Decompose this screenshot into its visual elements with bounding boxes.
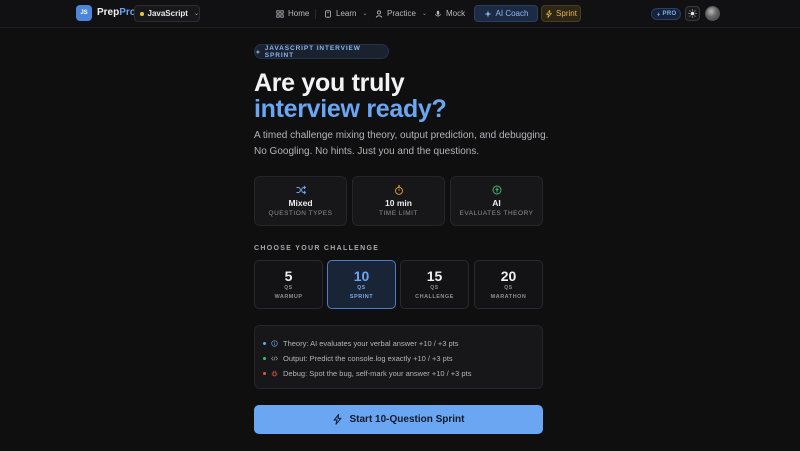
user-avatar[interactable] (705, 6, 720, 21)
challenge-count: 20 (500, 268, 517, 284)
ai-coach-label: AI Coach (495, 9, 529, 18)
info-row-output: Output: Predict the console.log exactly … (263, 353, 453, 363)
grid-icon (276, 9, 284, 18)
ai-icon (492, 185, 501, 195)
top-navigation-bar: JS PrepPro JavaScript ⌄ Home Learn ⌄ Pra… (0, 0, 800, 28)
info-text: Debug: Spot the bug, self-mark your answ… (283, 368, 472, 378)
lightning-icon (545, 9, 553, 18)
challenge-unit: QS (357, 285, 366, 291)
sprint-button[interactable]: Sprint (541, 5, 581, 22)
nav-mock-label: Mock (446, 9, 466, 18)
bullet-dot-icon (263, 356, 266, 360)
challenge-count: 10 (353, 268, 370, 284)
feature-card-time-limit: 10 min TIME LIMIT (352, 176, 445, 226)
ai-coach-button[interactable]: AI Coach (474, 5, 538, 22)
hero-title-line-2: interview ready? (254, 95, 447, 123)
chevron-down-icon: ⌄ (421, 11, 427, 17)
language-selector[interactable]: JavaScript ⌄ (134, 5, 200, 22)
nav-divider (315, 9, 316, 19)
challenge-unit: QS (430, 285, 439, 291)
feature-card-mixed: Mixed QUESTION TYPES (254, 176, 347, 226)
person-icon (375, 9, 383, 18)
feature-card-ai: AI EVALUATES THEORY (450, 176, 543, 226)
sparkle-icon (483, 9, 492, 18)
challenge-label: WARMUP (274, 294, 303, 300)
feature-subtitle: EVALUATES THEORY (459, 210, 534, 217)
eyebrow-badge: JAVASCRIPT INTERVIEW SPRINT (254, 44, 389, 59)
nav-practice[interactable]: Practice ⌄ (375, 6, 427, 21)
bullet-dot-icon (263, 371, 266, 375)
challenge-count: 5 (284, 268, 293, 284)
lightning-icon (656, 11, 660, 17)
info-row-debug: Debug: Spot the bug, self-mark your answ… (263, 368, 471, 378)
challenge-label: CHALLENGE (415, 294, 454, 300)
chevron-down-icon: ⌄ (193, 11, 199, 17)
challenge-unit: QS (504, 285, 513, 291)
challenge-section-label: CHOOSE YOUR CHALLENGE (254, 245, 380, 252)
nav-learn-label: Learn (336, 9, 357, 18)
nav-practice-label: Practice (387, 9, 416, 18)
language-dot-icon (140, 11, 144, 16)
code-icon (271, 355, 278, 361)
sprint-label: Sprint (556, 9, 577, 18)
challenge-option-marathon[interactable]: 20 QS MARATHON (474, 260, 543, 309)
feature-title: Mixed (288, 198, 313, 208)
scoring-info-box: Theory: AI evaluates your verbal answer … (254, 325, 543, 389)
brand-name[interactable]: PrepPro (97, 7, 136, 18)
challenge-label: MARATHON (490, 294, 527, 300)
hero-subtitle: A timed challenge mixing theory, output … (254, 130, 549, 157)
feature-title: AI (492, 198, 501, 208)
challenge-option-challenge[interactable]: 15 QS CHALLENGE (400, 260, 469, 309)
sparkle-icon (255, 48, 261, 55)
logo-badge[interactable]: JS (76, 5, 92, 21)
info-icon (271, 339, 278, 347)
theme-toggle-button[interactable] (685, 6, 700, 21)
bullet-dot-icon (263, 341, 266, 345)
challenge-count: 15 (426, 268, 443, 284)
challenge-label: SPRINT (349, 294, 374, 300)
challenge-unit: QS (284, 285, 293, 291)
stopwatch-icon (394, 185, 403, 195)
logo-badge-text: JS (80, 10, 88, 16)
eyebrow-text: JAVASCRIPT INTERVIEW SPRINT (264, 44, 361, 59)
challenge-option-sprint[interactable]: 10 QS SPRINT (327, 260, 396, 309)
nav-home-label: Home (288, 9, 310, 18)
info-text: Output: Predict the console.log exactly … (283, 353, 453, 363)
language-label: JavaScript (147, 9, 188, 18)
info-text: Theory: AI evaluates your verbal answer … (283, 338, 459, 348)
mic-icon (435, 10, 441, 17)
feature-title: 10 min (385, 198, 412, 208)
feature-subtitle: TIME LIMIT (379, 210, 418, 217)
info-row-theory: Theory: AI evaluates your verbal answer … (263, 338, 459, 348)
sun-icon (688, 9, 697, 18)
challenge-option-warmup[interactable]: 5 QS WARMUP (254, 260, 323, 309)
chevron-down-icon: ⌄ (362, 11, 368, 17)
nav-learn[interactable]: Learn ⌄ (324, 6, 368, 21)
start-sprint-button[interactable]: Start 10-Question Sprint (254, 405, 543, 434)
pro-badge[interactable]: PRO (651, 8, 681, 20)
nav-home[interactable]: Home (276, 6, 309, 21)
bug-icon (271, 370, 278, 376)
start-button-label: Start 10-Question Sprint (349, 414, 465, 425)
lightning-icon (333, 414, 343, 425)
brand-main: Prep (97, 7, 120, 18)
book-icon (325, 9, 331, 18)
pro-badge-label: PRO (662, 11, 677, 17)
nav-mock[interactable]: Mock (434, 6, 465, 21)
shuffle-icon (296, 185, 306, 195)
feature-subtitle: QUESTION TYPES (268, 210, 333, 217)
